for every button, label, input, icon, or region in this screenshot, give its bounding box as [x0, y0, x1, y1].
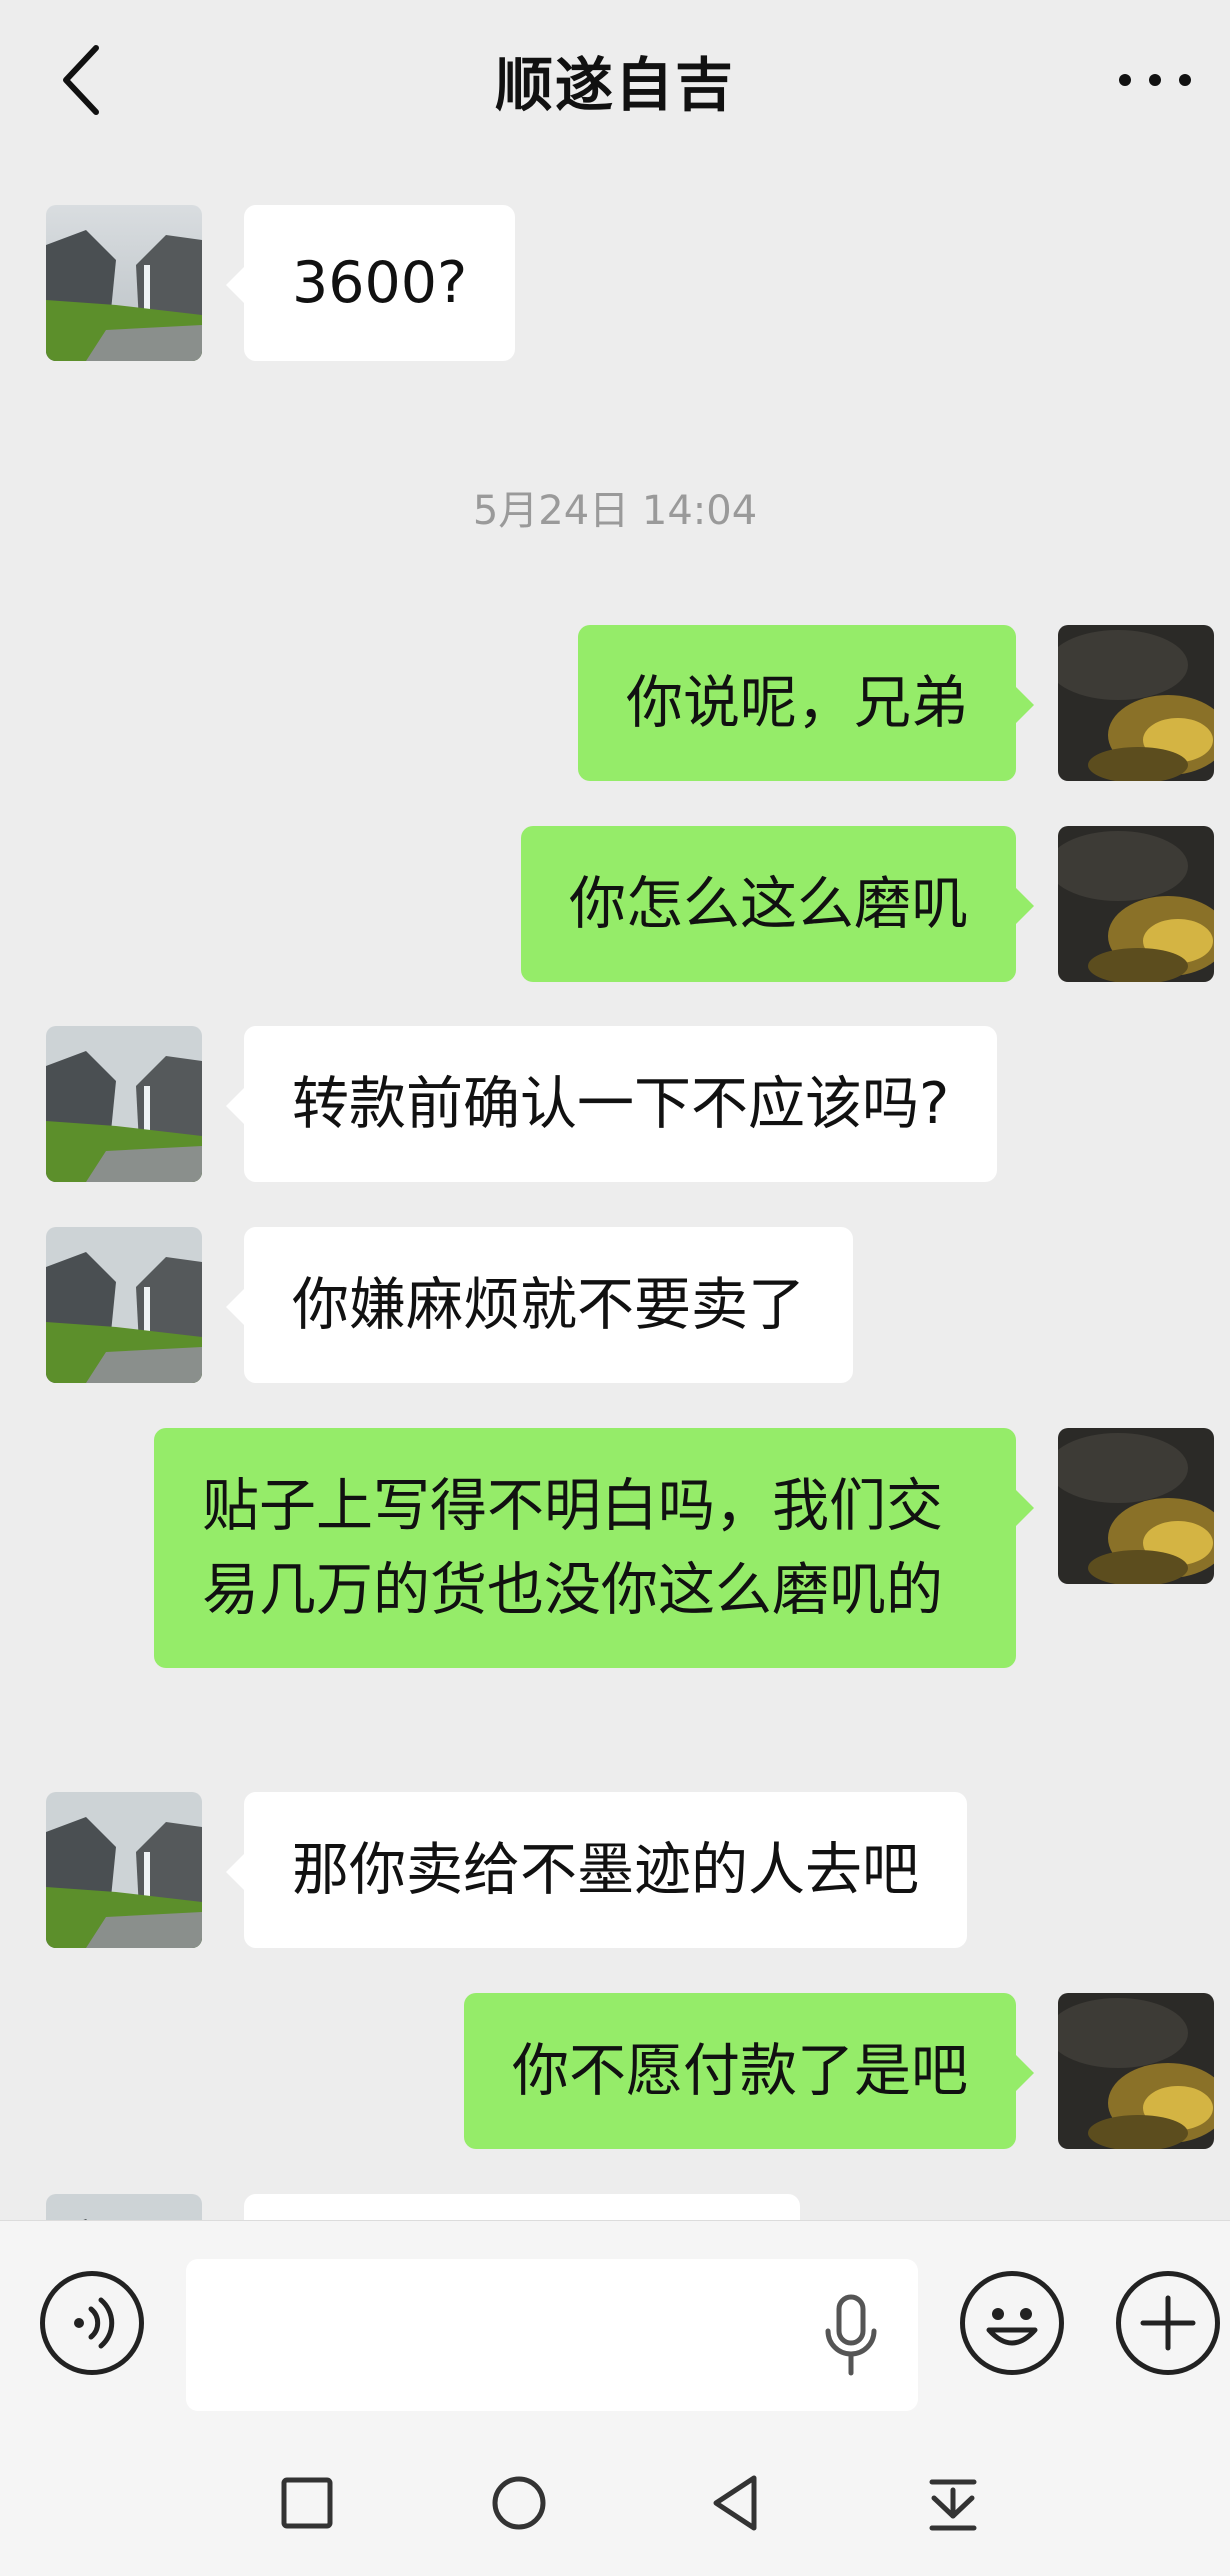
more-dots-icon — [1119, 74, 1191, 86]
contact-avatar[interactable] — [46, 1026, 202, 1182]
voice-toggle-button[interactable] — [40, 2271, 144, 2375]
user-avatar[interactable] — [1058, 625, 1214, 781]
back-icon[interactable] — [702, 2468, 772, 2538]
chat-title: 顺遂自吉 — [494, 51, 735, 119]
message-bubble[interactable]: 你不愿付款了是吧 — [464, 1993, 1034, 2149]
message-bubble[interactable] — [244, 2194, 800, 2220]
message-bubble[interactable]: 转款前确认一下不应该吗? — [225, 1026, 998, 1182]
message-timestamp: 5月24日 14:04 — [472, 488, 758, 534]
chat-header: 顺遂自吉 — [0, 0, 1230, 160]
message-bubble[interactable]: 3600? — [225, 205, 516, 361]
input-bar — [0, 2220, 1230, 2430]
message-list[interactable]: 3600? 5月24日 14:04 你说呢，兄弟 你怎么这么磨叽 转款前确认一下… — [0, 160, 1230, 2220]
contact-avatar[interactable] — [46, 205, 202, 361]
system-nav-bar — [0, 2430, 1230, 2576]
voice-icon — [74, 2297, 115, 2349]
home-icon[interactable] — [484, 2468, 554, 2538]
emoji-icon — [986, 2308, 1038, 2346]
contact-avatar[interactable] — [46, 2194, 202, 2220]
user-avatar[interactable] — [1058, 826, 1214, 982]
user-avatar[interactable] — [1058, 1428, 1214, 1584]
message-bubble[interactable]: 那你卖给不墨迹的人去吧 — [226, 1792, 967, 1948]
message-bubble[interactable]: 你怎么这么磨叽 — [521, 826, 1034, 982]
message-bubble[interactable]: 你说呢，兄弟 — [578, 625, 1034, 781]
emoji-button[interactable] — [960, 2271, 1064, 2375]
contact-avatar[interactable] — [46, 1227, 202, 1383]
more-button[interactable] — [1110, 50, 1200, 110]
message-bubble[interactable]: 贴子上写得不明白吗，我们交易几万的货也没你这么磨叽的 — [154, 1428, 1034, 1668]
recent-apps-icon[interactable] — [272, 2468, 342, 2538]
user-avatar[interactable] — [1058, 1993, 1214, 2149]
plus-icon — [1140, 2295, 1196, 2351]
contact-avatar[interactable] — [46, 1792, 202, 1948]
notification-pulldown-icon[interactable] — [918, 2468, 988, 2538]
microphone-icon[interactable] — [816, 2291, 886, 2381]
message-bubble[interactable]: 你嫌麻烦就不要卖了 — [226, 1227, 853, 1383]
more-functions-button[interactable] — [1116, 2271, 1220, 2375]
message-input[interactable] — [186, 2259, 918, 2411]
